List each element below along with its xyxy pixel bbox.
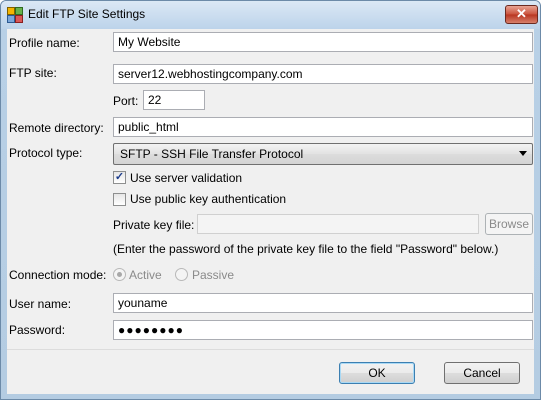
checkmark-icon: ✓: [114, 171, 125, 183]
passive-label[interactable]: Passive: [192, 268, 234, 282]
port-input[interactable]: 22: [143, 90, 205, 110]
port-label: Port:: [113, 94, 139, 108]
profile-name-label: Profile name:: [9, 36, 80, 50]
dialog-window: Edit FTP Site Settings ✕ Profile name: M…: [0, 0, 541, 400]
app-grid-icon: [7, 7, 23, 23]
ftp-site-label: FTP site:: [9, 66, 57, 80]
cancel-button[interactable]: Cancel: [444, 362, 520, 384]
form-area: Profile name: My Website FTP site: serve…: [7, 29, 534, 349]
browse-button[interactable]: Browse: [485, 213, 533, 235]
private-key-file-input[interactable]: [197, 214, 479, 234]
protocol-type-label: Protocol type:: [9, 146, 83, 160]
active-label[interactable]: Active: [129, 268, 162, 282]
close-button[interactable]: ✕: [505, 5, 538, 24]
ftp-site-input[interactable]: server12.webhostingcompany.com: [113, 64, 533, 84]
connection-mode-label: Connection mode:: [9, 268, 107, 282]
profile-name-input[interactable]: My Website: [113, 32, 533, 52]
ok-button[interactable]: OK: [339, 362, 415, 384]
user-name-input[interactable]: youname: [113, 293, 533, 313]
use-public-key-label[interactable]: Use public key authentication: [130, 192, 286, 206]
remote-directory-input[interactable]: public_html: [113, 117, 533, 137]
private-key-file-label: Private key file:: [113, 218, 195, 232]
use-server-validation-label[interactable]: Use server validation: [130, 171, 242, 185]
use-server-validation-checkbox[interactable]: ✓: [113, 171, 126, 184]
protocol-type-value: SFTP - SSH File Transfer Protocol: [120, 147, 304, 161]
remote-directory-label: Remote directory:: [9, 121, 104, 135]
use-public-key-checkbox[interactable]: [113, 193, 126, 206]
passive-radio[interactable]: [175, 268, 188, 281]
protocol-type-select[interactable]: SFTP - SSH File Transfer Protocol: [113, 143, 533, 165]
title-bar[interactable]: Edit FTP Site Settings ✕: [1, 1, 540, 29]
private-key-note: (Enter the password of the private key f…: [113, 242, 499, 256]
chevron-down-icon: [519, 151, 527, 156]
user-name-label: User name:: [9, 297, 72, 311]
window-title: Edit FTP Site Settings: [28, 7, 146, 21]
close-icon: ✕: [516, 6, 527, 21]
password-label: Password:: [9, 323, 66, 337]
password-input[interactable]: ●●●●●●●●: [113, 320, 533, 340]
dialog-footer: OK Cancel: [7, 349, 534, 394]
active-radio[interactable]: [113, 268, 126, 281]
